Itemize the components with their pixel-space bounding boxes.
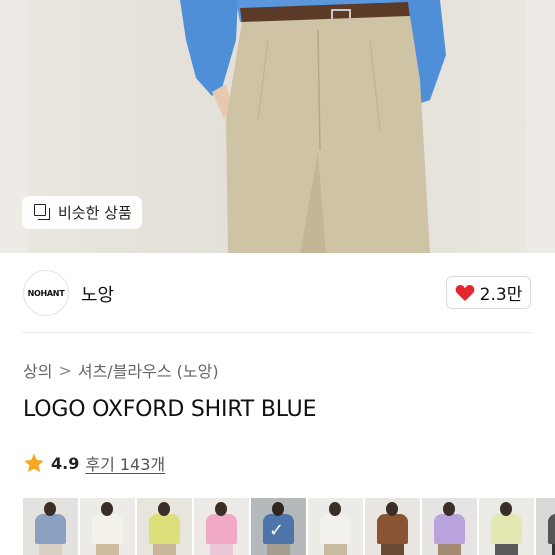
color-thumbnails: ✓ <box>23 498 555 555</box>
brand-logo[interactable]: NOHANT <box>23 270 69 316</box>
heart-icon <box>455 284 474 301</box>
thumbnail-model-head <box>329 502 341 516</box>
selected-check-icon: ✓ <box>269 520 285 541</box>
product-thumbnail[interactable]: ✓ <box>251 498 306 555</box>
similar-items-label: 비슷한 상품 <box>58 204 132 222</box>
thumbnail-model-head <box>158 502 170 516</box>
like-button[interactable]: 2.3만 <box>446 276 531 309</box>
product-thumbnail[interactable] <box>479 498 534 555</box>
product-thumbnail[interactable] <box>365 498 420 555</box>
product-hero-image[interactable]: 비슷한 상품 <box>0 0 555 253</box>
rating-score: 4.9 <box>51 453 80 473</box>
product-thumbnail[interactable] <box>80 498 135 555</box>
breadcrumb-separator: > <box>58 360 72 380</box>
thumbnail-model-head <box>272 502 284 516</box>
thumbnail-model-top <box>377 514 408 544</box>
thumbnail-model-head <box>386 502 398 516</box>
product-thumbnail[interactable] <box>422 498 477 555</box>
thumbnail-model-top <box>92 514 123 544</box>
breadcrumb-category[interactable]: 상의 <box>23 358 52 382</box>
thumbnail-model-head <box>443 502 455 516</box>
similar-items-button[interactable]: 비슷한 상품 <box>22 196 142 229</box>
thumbnail-model-top <box>206 514 237 544</box>
product-thumbnail[interactable] <box>308 498 363 555</box>
similar-items-icon <box>34 204 51 221</box>
thumbnail-model-bottom <box>267 542 290 555</box>
thumbnail-model-top <box>434 514 465 544</box>
product-title: LOGO OXFORD SHIRT BLUE <box>23 397 317 422</box>
thumbnail-model-head <box>500 502 512 516</box>
thumbnail-model-head <box>101 502 113 516</box>
breadcrumb: 상의 > 셔츠/블라우스 (노앙) <box>23 358 219 382</box>
star-icon <box>24 453 44 472</box>
product-thumbnail[interactable] <box>23 498 78 555</box>
thumbnail-model-top <box>35 514 66 544</box>
like-count: 2.3만 <box>479 285 523 305</box>
thumbnail-model-top <box>320 514 351 544</box>
thumbnail-model-top <box>491 514 522 544</box>
thumbnail-model-head <box>215 502 227 516</box>
thumbnail-model-top <box>149 514 180 544</box>
rating: 4.9 후기 143개 <box>23 451 165 475</box>
brand-logo-text: NOHANT <box>27 288 65 298</box>
brand-row: NOHANT 노앙 2.3만 <box>0 253 555 333</box>
breadcrumb-subcategory[interactable]: 셔츠/블라우스 (노앙) <box>78 358 219 382</box>
brand-name[interactable]: 노앙 <box>81 281 114 307</box>
divider <box>22 332 533 333</box>
thumbnail-model-top <box>548 514 555 544</box>
product-thumbnail[interactable] <box>137 498 192 555</box>
reviews-link[interactable]: 후기 143개 <box>85 451 165 475</box>
thumbnail-model-head <box>44 502 56 516</box>
product-thumbnail[interactable] <box>536 498 555 555</box>
product-thumbnail[interactable] <box>194 498 249 555</box>
